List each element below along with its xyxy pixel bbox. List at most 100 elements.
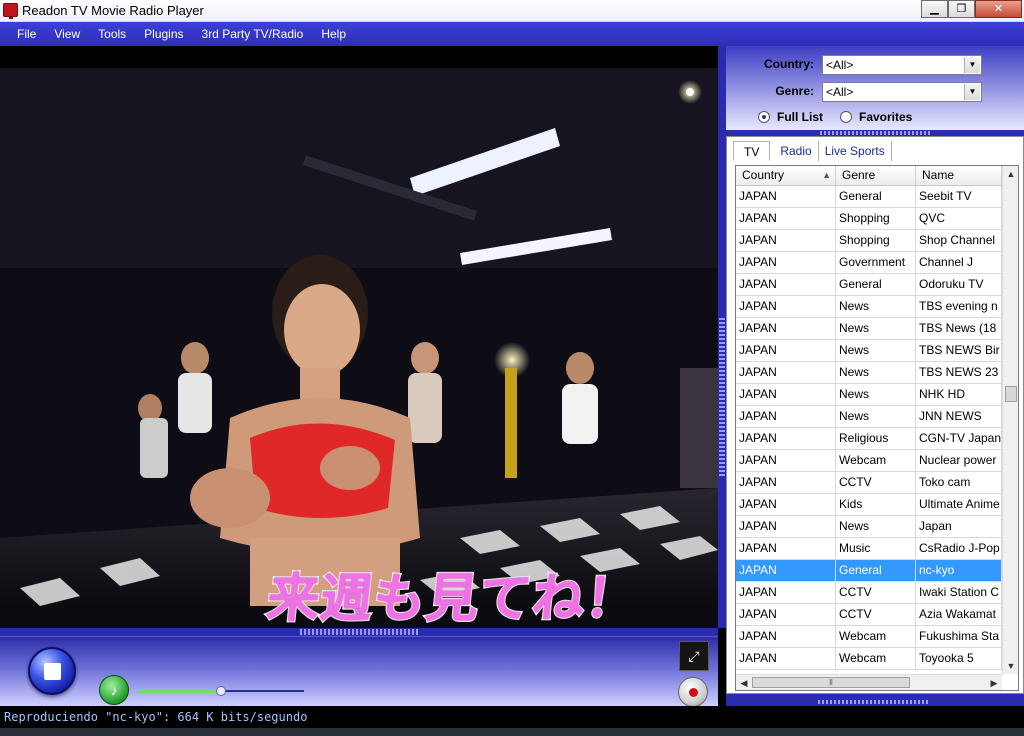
table-row[interactable]: JAPAN News TBS NEWS 23 xyxy=(736,362,1002,384)
scroll-thumb[interactable] xyxy=(1005,386,1017,402)
channel-panel: Country: <All> ▼ Genre: <All> ▼ Full Lis… xyxy=(726,46,1024,706)
taskbar xyxy=(0,728,1024,736)
cell-country: JAPAN xyxy=(736,384,836,405)
table-row[interactable]: JAPAN General Odoruku TV xyxy=(736,274,1002,296)
scroll-down-icon[interactable]: ▼ xyxy=(1003,658,1018,674)
fullscreen-icon[interactable]: ⤢ xyxy=(679,641,709,671)
table-row[interactable]: JAPAN News NHK HD xyxy=(736,384,1002,406)
table-row[interactable]: JAPAN Webcam Nuclear power xyxy=(736,450,1002,472)
cell-name: Iwaki Station C xyxy=(916,582,1002,603)
cell-country: JAPAN xyxy=(736,516,836,537)
volume-slider[interactable] xyxy=(138,686,304,696)
cell-country: JAPAN xyxy=(736,230,836,251)
scroll-left-icon[interactable]: ◀ xyxy=(736,675,752,690)
vertical-scrollbar[interactable]: ▲ ▼ xyxy=(1002,166,1018,674)
cell-country: JAPAN xyxy=(736,340,836,361)
menu-file[interactable]: File xyxy=(8,27,45,41)
favorites-option[interactable]: Favorites xyxy=(840,110,912,124)
channel-table: Country ▲ Genre Name JAPAN General Seebit … xyxy=(735,165,1019,691)
table-row[interactable]: JAPAN Webcam Toyooka 5 xyxy=(736,648,1002,670)
table-row[interactable]: JAPAN Kids Ultimate Anime xyxy=(736,494,1002,516)
scroll-thumb[interactable]: ⦀ xyxy=(752,677,910,688)
panel-bottom-splitter[interactable] xyxy=(726,698,1024,706)
cell-genre: Religious xyxy=(836,428,916,449)
table-row[interactable]: JAPAN News TBS evening n xyxy=(736,296,1002,318)
stop-icon[interactable] xyxy=(28,647,76,695)
table-body: JAPAN General Seebit TV JAPAN Shopping QVC JAP… xyxy=(736,186,1002,670)
cell-genre: CCTV xyxy=(836,472,916,493)
title-bar[interactable]: Readon TV Movie Radio Player ▁ ❐ ✕ xyxy=(0,0,1024,22)
table-row[interactable]: JAPAN News JNN NEWS xyxy=(736,406,1002,428)
record-icon[interactable] xyxy=(678,677,708,707)
cell-name: Japan xyxy=(916,516,1002,537)
splitter-horizontal[interactable] xyxy=(0,628,718,636)
full-list-radio[interactable] xyxy=(758,111,770,123)
table-row[interactable]: JAPAN Government Channel J xyxy=(736,252,1002,274)
table-row[interactable]: JAPAN Webcam Fukushima Sta xyxy=(736,626,1002,648)
cell-genre: Kids xyxy=(836,494,916,515)
menu-3rd-party[interactable]: 3rd Party TV/Radio xyxy=(193,27,313,41)
table-row[interactable]: JAPAN CCTV Azia Wakamat xyxy=(736,604,1002,626)
volume-thumb[interactable] xyxy=(216,686,226,696)
tab-live-sports[interactable]: Live Sports xyxy=(819,141,892,161)
cell-genre: General xyxy=(836,274,916,295)
favorites-radio[interactable] xyxy=(840,111,852,123)
cell-country: JAPAN xyxy=(736,604,836,625)
cell-name: nc-kyo xyxy=(916,560,1002,581)
cell-country: JAPAN xyxy=(736,406,836,427)
app-window: Readon TV Movie Radio Player ▁ ❐ ✕ File … xyxy=(0,0,1024,736)
splitter-vertical[interactable] xyxy=(718,46,726,628)
full-list-option[interactable]: Full List xyxy=(758,110,823,124)
menu-plugins[interactable]: Plugins xyxy=(135,27,192,41)
cell-name: QVC xyxy=(916,208,1002,229)
menu-view[interactable]: View xyxy=(45,27,89,41)
minimize-button[interactable]: ▁ xyxy=(921,0,948,18)
column-country[interactable]: Country ▲ xyxy=(736,166,836,185)
scroll-right-icon[interactable]: ▶ xyxy=(986,675,1002,690)
close-button[interactable]: ✕ xyxy=(975,0,1022,18)
table-row[interactable]: JAPAN Shopping QVC xyxy=(736,208,1002,230)
cell-country: JAPAN xyxy=(736,626,836,647)
cell-genre: CCTV xyxy=(836,604,916,625)
country-select[interactable]: <All> ▼ xyxy=(822,55,982,75)
volume-fill xyxy=(138,689,221,693)
table-row[interactable]: JAPAN Music CsRadio J-Pop xyxy=(736,538,1002,560)
genre-select[interactable]: <All> ▼ xyxy=(822,82,982,102)
table-row[interactable]: JAPAN News Japan xyxy=(736,516,1002,538)
table-row[interactable]: JAPAN General Seebit TV xyxy=(736,186,1002,208)
channel-list-area: TV Radio Live Sports Country ▲ Genre Nam… xyxy=(726,136,1024,694)
table-row[interactable]: JAPAN CCTV Toko cam xyxy=(736,472,1002,494)
video-display[interactable]: 来週も見てね！ xyxy=(0,68,718,650)
table-row[interactable]: JAPAN General nc-kyo xyxy=(736,560,1002,582)
table-header: Country ▲ Genre Name xyxy=(736,166,1002,186)
menu-help[interactable]: Help xyxy=(312,27,355,41)
scroll-up-icon[interactable]: ▲ xyxy=(1003,166,1018,182)
sort-ascending-icon: ▲ xyxy=(822,170,831,180)
cell-genre: Webcam xyxy=(836,648,916,669)
menu-tools[interactable]: Tools xyxy=(89,27,135,41)
cell-name: Toyooka 5 xyxy=(916,648,1002,669)
maximize-button[interactable]: ❐ xyxy=(948,0,975,18)
table-row[interactable]: JAPAN News TBS News (18 xyxy=(736,318,1002,340)
column-genre[interactable]: Genre xyxy=(836,166,916,185)
speaker-icon[interactable]: ♪ xyxy=(99,675,129,705)
cell-name: TBS NEWS Bir xyxy=(916,340,1002,361)
splitter-grip xyxy=(820,131,930,135)
table-row[interactable]: JAPAN CCTV Iwaki Station C xyxy=(736,582,1002,604)
tab-radio[interactable]: Radio xyxy=(774,141,819,161)
status-bar: Reproduciendo "nc-kyo": 664 K bits/segun… xyxy=(0,706,1024,728)
favorites-label: Favorites xyxy=(859,110,913,124)
genre-select-value: <All> xyxy=(826,85,854,99)
cell-country: JAPAN xyxy=(736,472,836,493)
chevron-down-icon[interactable]: ▼ xyxy=(964,84,980,100)
table-row[interactable]: JAPAN Shopping Shop Channel xyxy=(736,230,1002,252)
column-name[interactable]: Name xyxy=(916,166,1002,185)
horizontal-scrollbar[interactable]: ◀ ⦀ ▶ xyxy=(736,674,1002,690)
cell-country: JAPAN xyxy=(736,582,836,603)
chevron-down-icon[interactable]: ▼ xyxy=(964,57,980,73)
table-row[interactable]: JAPAN Religious CGN-TV Japan xyxy=(736,428,1002,450)
cell-genre: News xyxy=(836,406,916,427)
table-row[interactable]: JAPAN News TBS NEWS Bir xyxy=(736,340,1002,362)
tab-tv[interactable]: TV xyxy=(733,141,771,161)
column-country-label: Country xyxy=(742,168,785,182)
